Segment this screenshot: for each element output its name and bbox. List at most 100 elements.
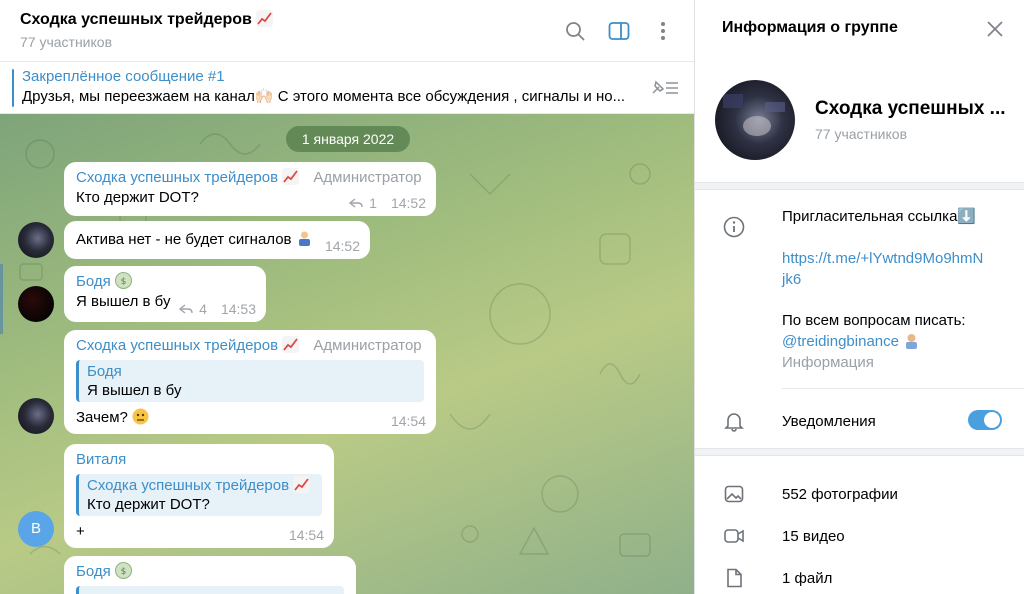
more-vertical-icon[interactable] (650, 18, 676, 44)
divider (695, 182, 1024, 190)
group-profile: Сходка успешных ... 77 участников (715, 80, 1015, 160)
message-text: Актива нет - не будет сигналов (76, 230, 358, 250)
sidebar-toggle-icon[interactable] (606, 18, 632, 44)
quote-text: Кто держит DOT? (87, 496, 210, 513)
quote-sender: Бодя (87, 363, 122, 380)
chart-increasing-emoji (293, 476, 311, 493)
message-time: 14:54 (390, 413, 426, 429)
avatar[interactable]: В (18, 511, 54, 547)
sender-name-text: Сходка успешных трейдеров (76, 169, 279, 186)
money-face-emoji: $ (114, 562, 132, 579)
date-separator: 1 января 2022 (286, 126, 410, 152)
reply-count[interactable]: 1 (369, 195, 377, 211)
svg-text:$: $ (121, 567, 127, 577)
message-bubble[interactable]: Бодя $ (64, 556, 356, 594)
pin-list-icon[interactable] (650, 79, 680, 102)
scroll-indicator[interactable] (0, 264, 3, 334)
admin-badge: Администратор (313, 169, 422, 186)
message-text-content: Зачем? (76, 409, 128, 426)
chart-increasing-emoji (256, 10, 274, 27)
reply-arrow-icon[interactable] (179, 303, 193, 315)
info-panel-title-text: Информация о группе (722, 19, 898, 36)
message-meta: 1 14:52 (349, 195, 426, 211)
invite-link[interactable]: https://t.me/+lYwtnd9Mo9hmN jk6 (782, 248, 983, 290)
search-icon[interactable] (562, 18, 588, 44)
reply-count[interactable]: 4 (199, 301, 207, 317)
messages-area[interactable]: 1 января 2022 Сходка успешных трейдеров … (0, 114, 694, 594)
svg-text:$: $ (121, 277, 127, 287)
message-time: 14:52 (324, 238, 360, 254)
sender-name[interactable]: Виталя (76, 450, 322, 470)
group-name: Сходка успешных ... (815, 98, 1006, 119)
invite-link-line: https://t.me/+lYwtnd9Mo9hmN (782, 250, 984, 267)
close-icon[interactable] (986, 20, 1004, 43)
info-icon (723, 216, 745, 238)
person-shrugging-emoji (298, 231, 310, 246)
quote-sender-text: Сходка успешных трейдеров (87, 477, 290, 494)
description-caption: Информация (782, 354, 874, 371)
reply-arrow-icon[interactable] (349, 197, 363, 209)
sender-name[interactable]: Бодя $ (76, 272, 254, 292)
media-photos[interactable]: 552 фотографии (782, 484, 898, 505)
chat-panel: Сходка успешных трейдеров 77 участников … (0, 0, 695, 594)
quote-sender: Сходка успешных трейдеров (87, 476, 314, 495)
media-files[interactable]: 1 файл (782, 568, 832, 589)
reply-quote[interactable]: Бодя Я вышел в бу (76, 360, 424, 402)
message-text-content: Актива нет - не будет сигналов (76, 231, 292, 248)
notifications-toggle[interactable] (968, 410, 1002, 430)
chart-increasing-emoji (282, 336, 300, 353)
chat-header[interactable]: Сходка успешных трейдеров 77 участников (0, 0, 694, 62)
sender-name[interactable]: Сходка успешных трейдеров Администратор (76, 168, 424, 188)
message-meta: 14:54 (391, 413, 426, 429)
message-bubble[interactable]: Сходка успешных трейдеров Администратор … (64, 162, 436, 216)
group-description: По всем вопросам писать: @treidingbinanc… (782, 310, 966, 373)
row-divider (782, 388, 1024, 389)
message-bubble[interactable]: Виталя Сходка успешных трейдеров Кто дер… (64, 444, 334, 548)
video-icon (723, 525, 745, 547)
message-time: 14:54 (288, 527, 324, 543)
invite-link-label: Пригласительная ссылка⬇️ (782, 208, 977, 225)
message-meta: 4 14:53 (179, 301, 256, 317)
group-avatar[interactable] (715, 80, 795, 160)
person-raising-hand-emoji (906, 334, 918, 349)
face-with-raised-eyebrow-emoji (132, 408, 149, 425)
message-bubble[interactable]: Актива нет - не будет сигналов 14:52 (64, 221, 370, 259)
photo-icon (723, 483, 745, 505)
pinned-text: Друзья, мы переезжаем на канал🙌🏻 С этого… (22, 88, 626, 105)
message-time: 14:52 (390, 195, 426, 211)
message-meta: 14:54 (289, 527, 324, 543)
reply-quote[interactable] (76, 586, 344, 594)
media-videos[interactable]: 15 видео (782, 526, 845, 547)
sender-name-text: Бодя (76, 563, 111, 580)
invite-link-line: jk6 (782, 271, 802, 288)
group-member-count: 77 участников (815, 126, 908, 142)
chat-title-text: Сходка успешных трейдеров (20, 11, 252, 28)
notifications-label: Уведомления (782, 413, 876, 430)
message-bubble[interactable]: Бодя $ Я вышел в бу 4 14:53 (64, 266, 266, 322)
header-actions (562, 18, 676, 44)
pinned-indicator (12, 69, 14, 107)
sender-name[interactable]: Бодя $ (76, 562, 344, 582)
bell-icon (723, 410, 745, 432)
reply-quote[interactable]: Сходка успешных трейдеров Кто держит DOT… (76, 474, 322, 516)
message-meta: 14:52 (325, 238, 360, 254)
money-face-emoji: $ (114, 272, 132, 289)
sender-name[interactable]: Сходка успешных трейдеров Администратор (76, 336, 424, 356)
avatar[interactable] (18, 398, 54, 434)
group-info-panel: Информация о группе Сходка успешных ... … (695, 0, 1024, 594)
description-text: По всем вопросам писать: (782, 312, 966, 329)
pinned-title: Закреплённое сообщение #1 (22, 68, 225, 85)
avatar[interactable] (18, 222, 54, 258)
sender-name-text: Бодя (76, 273, 111, 290)
quote-text: Я вышел в бу (87, 382, 182, 399)
pinned-message-bar[interactable]: Закреплённое сообщение #1 Друзья, мы пер… (0, 62, 694, 114)
message-time: 14:53 (220, 301, 256, 317)
message-text: + (76, 523, 85, 540)
telegram-app: Сходка успешных трейдеров 77 участников … (0, 0, 1024, 594)
divider (695, 448, 1024, 456)
avatar[interactable] (18, 286, 54, 322)
contact-handle[interactable]: @treidingbinance (782, 333, 899, 350)
message-text: Зачем? (76, 408, 424, 428)
info-panel-title: Информация о группе (695, 0, 1024, 62)
message-bubble[interactable]: Сходка успешных трейдеров Администратор … (64, 330, 436, 434)
